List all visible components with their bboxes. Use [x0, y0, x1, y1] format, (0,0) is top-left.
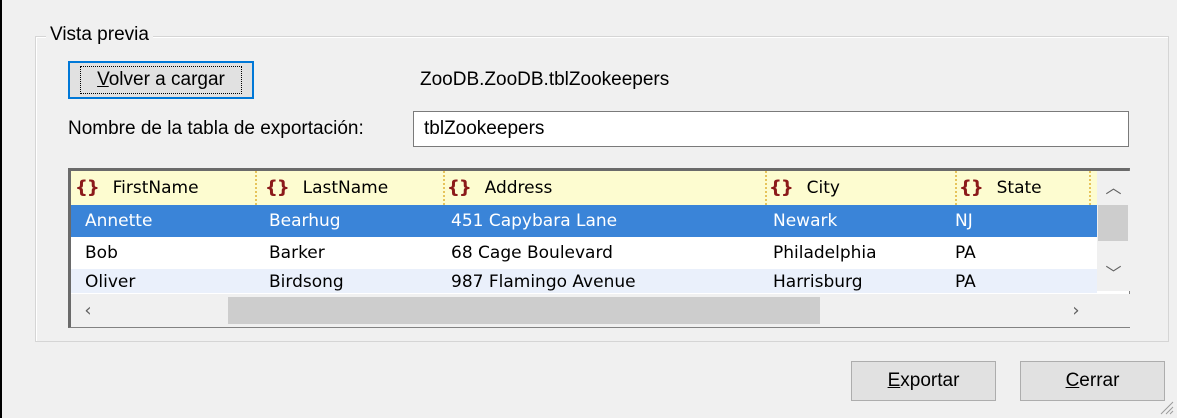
cell-city: Newark	[773, 211, 838, 231]
cell-firstname: Oliver	[85, 272, 136, 292]
column-header-label: FirstName	[112, 178, 199, 198]
brace-pair-icon: {}	[769, 177, 794, 198]
chevron-down-icon[interactable]: ﹀	[1097, 257, 1130, 291]
cell-city: Harrisburg	[773, 272, 863, 292]
vertical-scrollbar[interactable]: ︿ ﹀	[1097, 171, 1130, 291]
brace-pair-icon: {}	[959, 177, 984, 198]
cell-lastname: Birdsong	[269, 272, 344, 292]
cell-city: Philadelphia	[773, 243, 877, 263]
cell-state: NJ	[955, 211, 973, 231]
preview-group-title: Vista previa	[46, 24, 153, 46]
export-name-label: Nombre de la tabla de exportación:	[68, 118, 364, 139]
column-header-label: State	[996, 178, 1042, 198]
grid-header: {} FirstName {} LastName {} Address {} C…	[71, 171, 1097, 206]
export-label-rest: xportar	[900, 370, 960, 391]
close-button[interactable]: Cerrar	[1020, 361, 1165, 401]
brace-pair-icon: {}	[265, 177, 290, 198]
close-label-rest: errar	[1079, 370, 1120, 391]
column-header-lastname[interactable]: {} LastName	[261, 171, 445, 205]
preview-grid[interactable]: {} FirstName {} LastName {} Address {} C…	[68, 168, 1130, 328]
cell-firstname: Bob	[85, 243, 118, 263]
reload-button-label: Volver a cargar	[80, 66, 242, 94]
scrollbar-corner	[1097, 294, 1130, 327]
reload-label-rest: olver a cargar	[108, 69, 225, 90]
brace-pair-icon: {}	[75, 177, 100, 198]
export-name-input[interactable]	[413, 111, 1129, 147]
cell-firstname: Annette	[85, 211, 153, 231]
table-row[interactable]: Annette Bearhug 451 Capybara Lane Newark…	[71, 205, 1097, 237]
chevron-left-icon[interactable]: ‹	[73, 294, 103, 327]
source-table-path: ZooDB.ZooDB.tblZookeepers	[420, 69, 670, 90]
export-mnemonic: E	[887, 370, 901, 391]
reload-mnemonic: V	[97, 69, 109, 90]
cell-state: PA	[955, 272, 976, 292]
brace-pair-icon: {}	[447, 177, 472, 198]
column-header-address[interactable]: {} Address	[443, 171, 767, 205]
column-header-state[interactable]: {} State	[955, 171, 1091, 205]
resize-grip-icon[interactable]	[1158, 399, 1174, 415]
reload-button[interactable]: Volver a cargar	[68, 61, 254, 99]
cell-address: 451 Capybara Lane	[451, 211, 618, 231]
column-header-label: LastName	[302, 178, 389, 198]
chevron-up-icon[interactable]: ︿	[1097, 171, 1130, 205]
cell-state: PA	[955, 243, 976, 263]
cell-address: 68 Cage Boulevard	[451, 243, 613, 263]
window-border	[0, 0, 2, 418]
vertical-scroll-thumb[interactable]	[1098, 205, 1128, 241]
cell-address: 987 Flamingo Avenue	[451, 272, 636, 292]
chevron-right-icon[interactable]: ›	[1061, 294, 1091, 327]
horizontal-scrollbar[interactable]: ‹ ›	[71, 294, 1097, 327]
table-row[interactable]: Oliver Birdsong 987 Flamingo Avenue Harr…	[71, 269, 1097, 293]
cell-lastname: Bearhug	[269, 211, 341, 231]
column-header-label: Address	[484, 178, 553, 198]
cell-lastname: Barker	[269, 243, 325, 263]
column-header-firstname[interactable]: {} FirstName	[75, 171, 257, 205]
column-header-label: City	[806, 178, 840, 198]
close-mnemonic: C	[1065, 370, 1080, 391]
column-header-city[interactable]: {} City	[765, 171, 957, 205]
horizontal-scroll-thumb[interactable]	[228, 297, 820, 324]
table-row[interactable]: Bob Barker 68 Cage Boulevard Philadelphi…	[71, 237, 1097, 269]
export-button[interactable]: Exportar	[851, 361, 996, 401]
